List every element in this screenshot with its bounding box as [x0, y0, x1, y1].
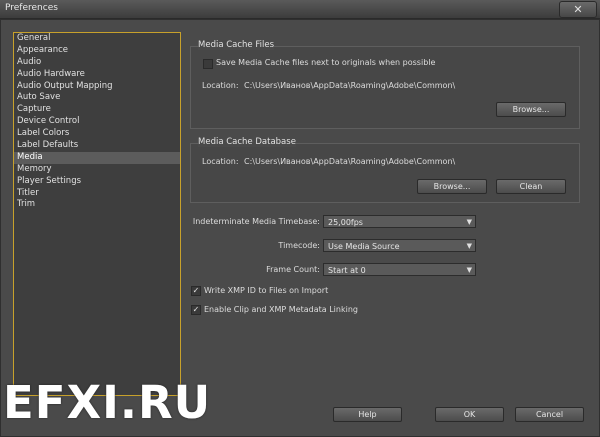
sidebar-item-label-defaults[interactable]: Label Defaults [14, 140, 180, 152]
timecode-label: Timecode: [278, 241, 320, 250]
window-title: Preferences [5, 3, 58, 13]
sidebar-item-appearance[interactable]: Appearance [14, 45, 180, 57]
sidebar-item-titler[interactable]: Titler [14, 188, 180, 200]
frame-count-select[interactable]: Start at 0 ▼ [323, 263, 476, 276]
cache-db-location-label: Location: [202, 157, 239, 166]
sidebar-item-media[interactable]: Media [14, 151, 180, 164]
timecode-value: Use Media Source [328, 242, 400, 251]
preferences-category-list[interactable]: General Appearance Audio Audio Hardware … [13, 32, 181, 396]
chevron-down-icon: ▼ [466, 218, 472, 226]
enable-clip-xmp-linking-checkbox[interactable]: ✓ [191, 305, 201, 315]
timecode-select[interactable]: Use Media Source ▼ [323, 239, 476, 252]
sidebar-item-audio-hardware[interactable]: Audio Hardware [14, 69, 180, 81]
ok-button[interactable]: OK [435, 407, 504, 422]
sidebar-item-memory[interactable]: Memory [14, 164, 180, 176]
timebase-label: Indeterminate Media Timebase: [192, 217, 320, 226]
timebase-select[interactable]: 25,00fps ▼ [323, 215, 476, 228]
sidebar-item-general[interactable]: General [14, 33, 180, 45]
clean-button[interactable]: Clean [496, 179, 566, 194]
save-cache-next-to-originals-label: Save Media Cache files next to originals… [216, 58, 436, 67]
sidebar-item-device-control[interactable]: Device Control [14, 116, 180, 128]
media-cache-files-title: Media Cache Files [198, 40, 275, 50]
enable-clip-xmp-linking-label: Enable Clip and XMP Metadata Linking [204, 305, 358, 314]
cache-db-browse-button[interactable]: Browse... [417, 179, 487, 194]
chevron-down-icon: ▼ [466, 242, 472, 250]
checkmark-icon: ✓ [192, 286, 200, 295]
cache-files-browse-button[interactable]: Browse... [496, 102, 566, 117]
media-cache-database-panel [190, 143, 580, 203]
frame-count-label: Frame Count: [266, 265, 320, 274]
close-icon: ✕ [573, 3, 583, 16]
cache-db-location-value: C:\Users\Иванов\AppData\Roaming\Adobe\Co… [244, 157, 456, 166]
checkmark-icon: ✓ [192, 305, 200, 314]
title-bar: Preferences ✕ [0, 0, 600, 19]
sidebar-item-capture[interactable]: Capture [14, 104, 180, 116]
timebase-value: 25,00fps [328, 218, 363, 227]
help-button[interactable]: Help [333, 407, 402, 422]
watermark-text: EFXI.RU [3, 376, 212, 429]
cache-files-location-label: Location: [202, 81, 239, 90]
cache-files-location-value: C:\Users\Иванов\AppData\Roaming\Adobe\Co… [244, 81, 456, 90]
cancel-button[interactable]: Cancel [515, 407, 584, 422]
close-button[interactable]: ✕ [559, 1, 597, 18]
media-cache-database-title: Media Cache Database [198, 137, 296, 147]
sidebar-item-player-settings[interactable]: Player Settings [14, 176, 180, 188]
write-xmp-id-checkbox[interactable]: ✓ [191, 286, 201, 296]
sidebar-item-trim[interactable]: Trim [14, 199, 180, 211]
sidebar-item-audio-output-mapping[interactable]: Audio Output Mapping [14, 81, 180, 93]
sidebar-item-audio[interactable]: Audio [14, 57, 180, 69]
sidebar-item-auto-save[interactable]: Auto Save [14, 92, 180, 104]
sidebar-item-label-colors[interactable]: Label Colors [14, 128, 180, 140]
save-cache-next-to-originals-checkbox[interactable] [203, 59, 213, 69]
write-xmp-id-label: Write XMP ID to Files on Import [204, 286, 329, 295]
frame-count-value: Start at 0 [328, 266, 366, 275]
chevron-down-icon: ▼ [466, 266, 472, 274]
